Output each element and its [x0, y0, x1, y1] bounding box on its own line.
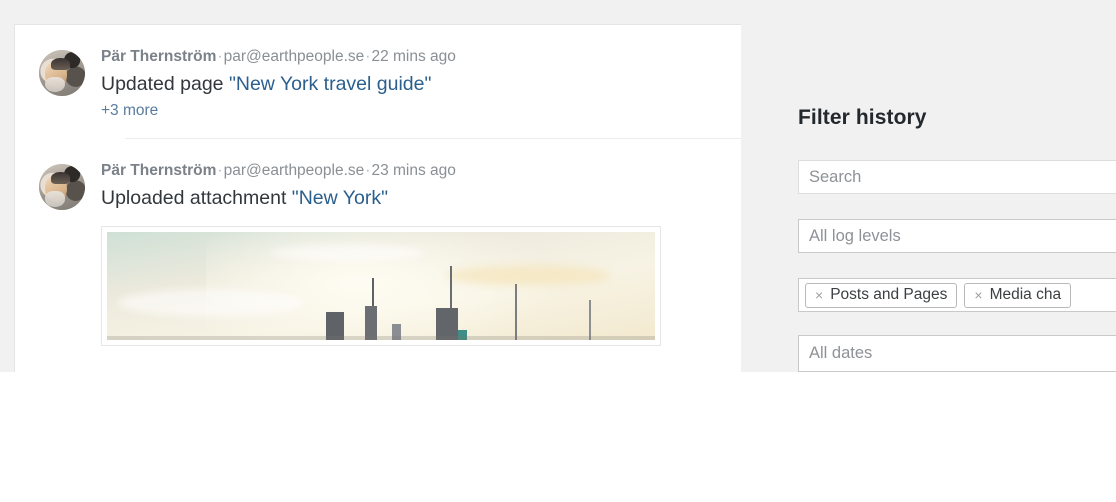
activity-action-text: Uploaded attachment [101, 187, 292, 210]
activity-entry-body: Pär Thernström·par@earthpeople.se·23 min… [101, 161, 721, 347]
plugin-banner-screenshot: Pär Thernström·par@earthpeople.se·22 min… [0, 0, 1116, 372]
close-icon[interactable]: × [815, 288, 823, 302]
meta-separator: · [217, 162, 223, 180]
log-levels-placeholder: All log levels [809, 226, 901, 245]
activity-email: par@earthpeople.se [223, 162, 365, 180]
filter-tag-label: Media cha [989, 286, 1062, 303]
plugin-header: Simple History – user activity log, audi… [0, 372, 1116, 502]
attachment-thumbnail[interactable] [101, 226, 661, 347]
activity-author[interactable]: Pär Thernström [101, 162, 216, 179]
search-input[interactable]: Search [798, 160, 1116, 194]
activity-email: par@earthpeople.se [223, 48, 365, 65]
message-types-select[interactable]: × Posts and Pages × Media cha [798, 278, 1116, 312]
filter-tag-label: Posts and Pages [830, 286, 948, 303]
filter-tag[interactable]: × Posts and Pages [805, 282, 958, 308]
activity-author[interactable]: Pär Thernström [101, 48, 216, 65]
filter-history-heading: Filter history [798, 106, 927, 129]
filter-history-panel: Filter history Search All log levels × P… [742, 0, 1116, 372]
avatar [39, 50, 85, 96]
activity-object-link[interactable]: "New York travel guide" [229, 73, 431, 95]
filter-tag[interactable]: × Media cha [964, 282, 1072, 308]
banner-left-gutter [0, 0, 14, 372]
activity-object-link[interactable]: "New York" [292, 187, 388, 209]
activity-entry[interactable]: Pär Thernström·par@earthpeople.se·23 min… [15, 139, 741, 347]
search-placeholder: Search [809, 167, 862, 186]
dates-select[interactable]: All dates [798, 335, 1116, 372]
activity-entry-title: Updated page "New York travel guide" [101, 71, 721, 98]
activity-entry[interactable]: Pär Thernström·par@earthpeople.se·22 min… [15, 25, 741, 140]
avatar [39, 164, 85, 211]
activity-feed-card: Pär Thernström·par@earthpeople.se·22 min… [14, 24, 741, 372]
activity-entry-meta: Pär Thernström·par@earthpeople.se·23 min… [101, 161, 721, 182]
attachment-image [107, 232, 655, 341]
avatar-image [39, 164, 85, 211]
plugin-page: Pär Thernström·par@earthpeople.se·22 min… [0, 0, 1116, 502]
activity-time: 23 mins ago [371, 162, 456, 180]
activity-entry-body: Pär Thernström·par@earthpeople.se·22 min… [101, 47, 721, 120]
activity-entry-title: Uploaded attachment "New York" [101, 185, 721, 212]
close-icon[interactable]: × [974, 288, 982, 302]
activity-entry-meta: Pär Thernström·par@earthpeople.se·22 min… [101, 47, 721, 68]
activity-action-text: Updated page [101, 72, 229, 95]
dates-placeholder: All dates [809, 344, 873, 362]
log-levels-select[interactable]: All log levels [798, 219, 1116, 253]
activity-time: 22 mins ago [371, 48, 456, 65]
avatar-image [39, 50, 85, 96]
meta-separator: · [217, 48, 223, 65]
activity-more-link[interactable]: +3 more [101, 102, 158, 120]
